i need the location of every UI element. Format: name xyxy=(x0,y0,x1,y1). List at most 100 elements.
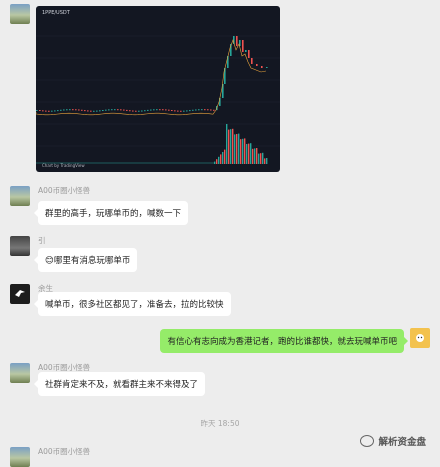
chart-plot xyxy=(36,35,280,164)
volume-bar xyxy=(252,148,254,164)
candle xyxy=(207,109,209,111)
avatar[interactable] xyxy=(10,4,30,24)
candle xyxy=(159,109,161,111)
avatar[interactable] xyxy=(410,328,430,348)
candle xyxy=(36,110,38,111)
volume-bar xyxy=(240,139,242,164)
chart-image[interactable]: 1PPE/USDT Chart by TradingView xyxy=(36,6,280,172)
candle xyxy=(108,109,110,111)
volume-bar xyxy=(246,144,248,164)
message-bubble[interactable]: 😊哪里有消息玩哪单币 xyxy=(33,248,138,272)
volume-bar xyxy=(228,129,230,164)
volume-bar xyxy=(236,134,238,164)
volume-bar xyxy=(262,152,264,164)
candle xyxy=(245,50,247,52)
candle xyxy=(66,109,68,111)
chart-title: 1PPE/USDT xyxy=(42,10,70,16)
candle xyxy=(114,109,116,111)
volume-bar xyxy=(230,129,232,164)
candle xyxy=(75,109,77,111)
candle xyxy=(138,110,140,112)
candle xyxy=(99,110,101,112)
candle xyxy=(162,109,164,111)
volume-bar xyxy=(216,159,218,164)
volume-bar xyxy=(238,133,240,164)
candle xyxy=(90,110,92,112)
candle xyxy=(177,110,179,112)
candle xyxy=(57,110,59,112)
candle xyxy=(153,109,155,111)
candle xyxy=(236,36,238,46)
candle xyxy=(129,110,131,112)
candle xyxy=(111,109,113,111)
volume-bar xyxy=(234,134,236,164)
watermark-text: 解析资金盘 xyxy=(378,437,426,448)
volume-bar xyxy=(232,128,234,164)
candle xyxy=(51,110,53,112)
message-bubble[interactable]: 群里的高手，玩哪单币的，喊数一下 xyxy=(33,201,189,225)
candle xyxy=(174,110,176,112)
candle xyxy=(147,109,149,111)
candle xyxy=(42,110,44,112)
volume-bar xyxy=(220,154,222,164)
avatar[interactable] xyxy=(10,363,30,383)
volume-bar xyxy=(248,143,250,164)
candle xyxy=(201,109,203,111)
cat-icon xyxy=(416,334,424,342)
volume-bar xyxy=(256,148,258,164)
avatar[interactable] xyxy=(10,447,30,467)
volume-bar xyxy=(222,152,224,164)
candle xyxy=(156,109,158,111)
volume-bar xyxy=(260,153,262,164)
candle xyxy=(195,109,197,111)
candle xyxy=(78,109,80,111)
candle xyxy=(248,50,250,58)
candle xyxy=(242,40,244,52)
message-bubble[interactable]: 喊单币，很多社区都见了，准备去，拉的比较快 xyxy=(34,292,231,316)
candle xyxy=(72,109,74,111)
candle xyxy=(144,110,146,112)
candle xyxy=(168,109,170,111)
message-bubble[interactable]: 有信心有志向成为香港记者，跑的比谁都快，就去玩喊单币吧 xyxy=(160,329,408,353)
candle xyxy=(60,109,62,111)
watermark: 解析资金盘 xyxy=(360,434,426,448)
avatar[interactable] xyxy=(10,284,30,304)
candle xyxy=(48,110,50,112)
candle xyxy=(87,110,89,112)
chart-brand: Chart by TradingView xyxy=(42,163,85,168)
candle xyxy=(69,109,71,111)
candle xyxy=(81,109,83,111)
candle xyxy=(96,110,98,112)
candle xyxy=(54,110,56,112)
candle xyxy=(204,109,206,111)
candle xyxy=(198,109,200,111)
candle xyxy=(266,67,268,68)
candle xyxy=(261,66,263,68)
timestamp: 昨天 18:50 xyxy=(200,419,240,428)
candle xyxy=(117,109,119,111)
candle xyxy=(84,110,86,112)
candle xyxy=(210,109,212,111)
volume-bar xyxy=(214,161,216,164)
candle xyxy=(189,110,191,112)
candle xyxy=(180,110,182,112)
sender-name: A00币圈小怪兽 xyxy=(38,186,91,195)
volume-bar xyxy=(258,153,260,164)
volume-bar xyxy=(244,138,246,164)
candle xyxy=(123,109,125,111)
candle xyxy=(251,58,253,64)
message-bubble[interactable]: 社群肯定来不及，就看群主来不来得及了 xyxy=(33,372,206,396)
candle xyxy=(39,110,41,111)
candle xyxy=(105,109,107,111)
volume-bar xyxy=(264,158,266,164)
avatar[interactable] xyxy=(10,186,30,206)
volume-bar xyxy=(254,148,256,164)
volume-bar xyxy=(218,156,220,164)
avatar[interactable] xyxy=(10,236,30,256)
wechat-icon xyxy=(360,435,375,447)
candle xyxy=(126,109,128,111)
volume-bar xyxy=(266,158,268,164)
volume-bar xyxy=(226,124,228,164)
sender-name: 引 xyxy=(38,236,46,245)
candle xyxy=(93,110,95,112)
